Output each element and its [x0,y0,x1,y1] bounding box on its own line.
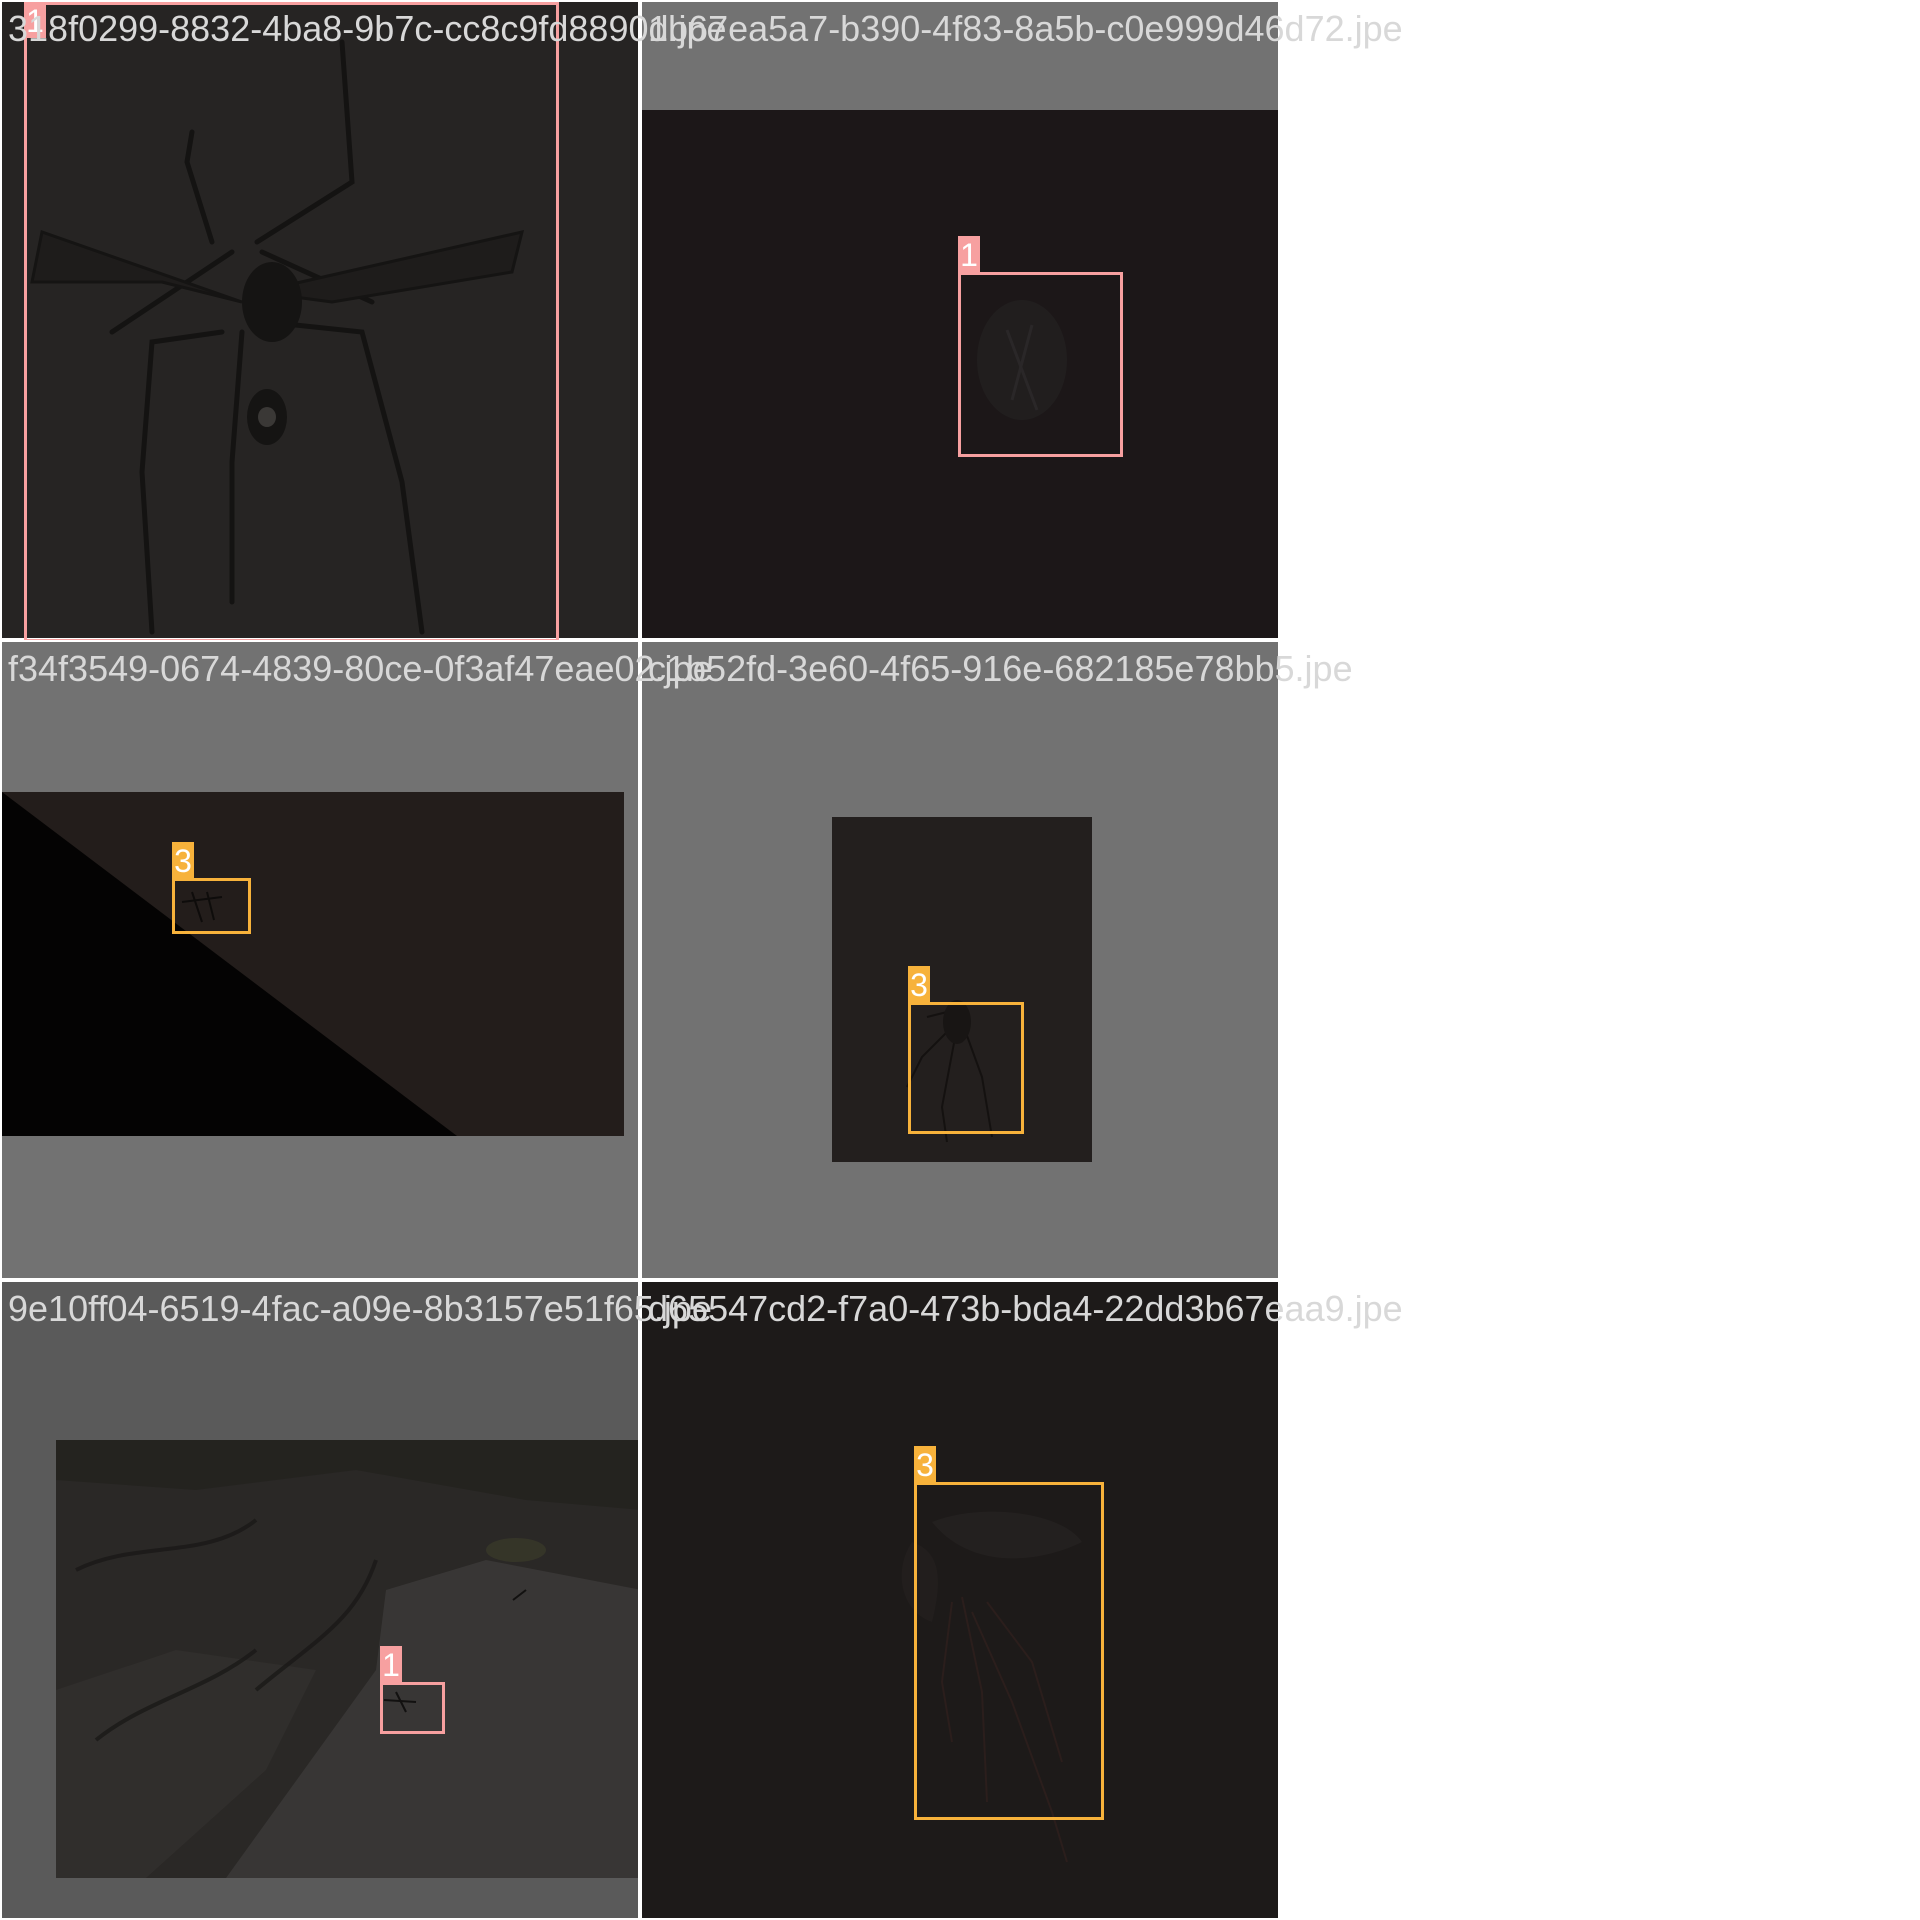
filename-label: d65547cd2-f7a0-473b-bda4-22dd3b67eaa9.jp… [648,1288,1403,1329]
detection-box [908,1002,1024,1134]
detection-mosaic: 1 318f0299-8832-4ba8-9b7c-cc8c9fd8890d.j… [0,0,1403,1920]
class-label: 1 [958,236,980,273]
detection-box [24,2,559,642]
mosquito-photo [2,792,624,1136]
class-label: 3 [908,966,930,1003]
detection-box [172,878,251,934]
padding-background [642,642,1278,1278]
class-label: 3 [914,1446,936,1483]
filename-label: 9e10ff04-6519-4fac-a09e-8b3157e51f65.jpe [8,1288,712,1329]
image-tile[interactable]: 3 f34f3549-0674-4839-80ce-0f3af47eae02.j… [0,640,713,1280]
image-tile[interactable]: 1 9e10ff04-6519-4fac-a09e-8b3157e51f65.j… [0,1280,712,1920]
padding-background [2,642,638,1278]
filename-label: c1b52fd-3e60-4f65-916e-682185e78bb5.jpe [648,648,1353,689]
detection-box [380,1682,445,1734]
class-label: 3 [172,842,194,879]
filename-label: 318f0299-8832-4ba8-9b7c-cc8c9fd8890d.jpe [8,8,727,49]
filename-label: f34f3549-0674-4839-80ce-0f3af47eae02.jpe [8,648,713,689]
detection-box [958,272,1123,457]
image-tile[interactable]: 1 318f0299-8832-4ba8-9b7c-cc8c9fd8890d.j… [0,0,727,642]
filename-label: 1b67ea5a7-b390-4f83-8a5b-c0e999d46d72.jp… [648,8,1403,49]
padding-background [2,1282,638,1918]
detection-box [914,1482,1104,1820]
image-tile[interactable]: 3 d65547cd2-f7a0-473b-bda4-22dd3b67eaa9.… [640,1280,1403,1920]
class-label: 1 [380,1646,402,1683]
mosquito-photo [56,1440,638,1878]
image-tile[interactable]: 3 c1b52fd-3e60-4f65-916e-682185e78bb5.jp… [640,640,1353,1280]
image-tile[interactable]: 1 1b67ea5a7-b390-4f83-8a5b-c0e999d46d72.… [640,0,1403,640]
